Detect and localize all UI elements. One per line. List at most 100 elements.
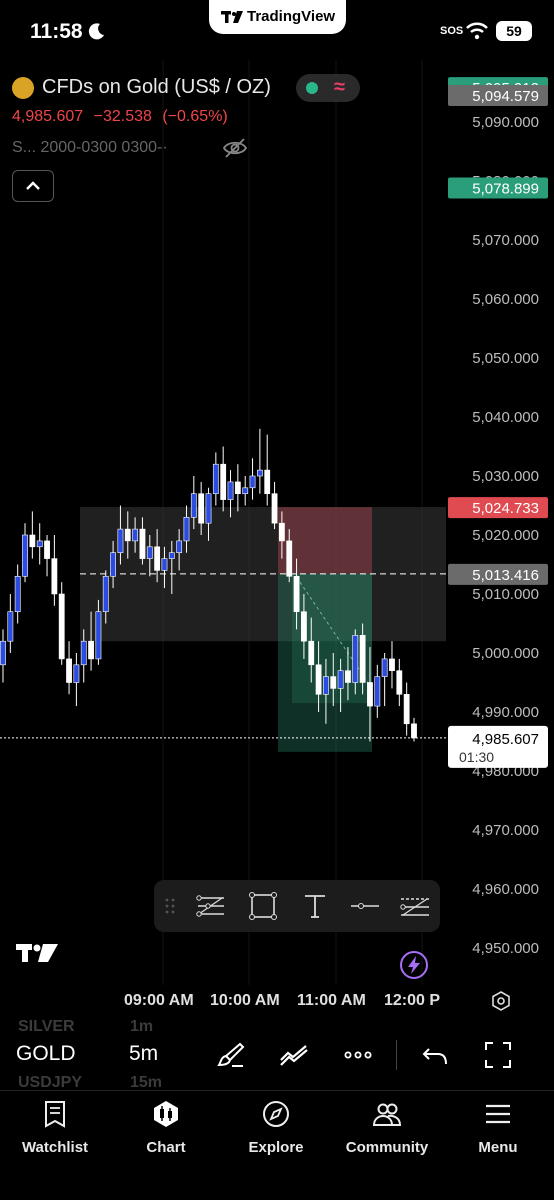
candle-body xyxy=(337,670,344,689)
eye-off-icon[interactable] xyxy=(222,136,248,160)
price-axis-tick: 5,020.000 xyxy=(472,527,539,544)
time-axis-label: 09:00 AM xyxy=(124,992,194,1009)
candle-body xyxy=(80,640,87,666)
session-indicator[interactable]: S... 2000-0300 0300-· xyxy=(12,139,168,157)
price-change: −32.538 xyxy=(93,108,152,125)
tab-chart[interactable]: Chart xyxy=(111,1097,221,1161)
candle-body xyxy=(146,546,153,559)
price-tag-label: 5,094.579 xyxy=(472,88,539,105)
price-change-pct: (−0.65%) xyxy=(162,108,228,125)
candle-body xyxy=(58,593,65,660)
candle-body xyxy=(161,558,168,571)
candle-body xyxy=(102,575,109,612)
tradingview-pill[interactable]: TradingView xyxy=(209,0,346,34)
tab-label: Community xyxy=(345,1139,429,1156)
price-axis-tick: 4,990.000 xyxy=(472,704,539,721)
price-axis-tick: 5,070.000 xyxy=(472,232,539,249)
candle-body xyxy=(124,528,131,542)
brush-icon[interactable] xyxy=(216,1040,246,1070)
candle-body xyxy=(14,575,21,612)
candle-body xyxy=(132,528,139,542)
candle-body xyxy=(330,676,337,689)
fullscreen-icon[interactable] xyxy=(483,1040,513,1070)
symbol-selector[interactable]: GOLD xyxy=(16,1042,76,1066)
candle-body xyxy=(51,558,58,595)
market-open-dot-icon xyxy=(306,82,318,94)
candle-body xyxy=(249,475,256,489)
price-tag-label: 5,024.733 xyxy=(472,500,539,517)
lightning-icon xyxy=(408,956,420,974)
candle-body xyxy=(7,611,14,642)
tradingview-watermark-icon xyxy=(16,944,58,962)
candle-body xyxy=(396,670,403,695)
candle-body xyxy=(117,528,124,553)
candle-body xyxy=(315,664,322,695)
candle-body xyxy=(359,634,366,683)
time-axis-label: 10:00 AM xyxy=(210,992,280,1009)
position-tool-icon[interactable] xyxy=(398,890,432,922)
candle-body xyxy=(367,682,373,707)
candle-body xyxy=(22,534,28,577)
tradingview-logo-icon xyxy=(221,11,243,23)
price-axis-tick: 5,060.000 xyxy=(472,291,539,308)
compass-icon xyxy=(263,1101,289,1127)
candle-body xyxy=(403,693,410,725)
drag-handle-icon[interactable] xyxy=(164,896,176,916)
tab-label: Watchlist xyxy=(21,1139,89,1156)
price-axis-tick: 5,050.000 xyxy=(472,350,539,367)
moon-icon xyxy=(88,23,104,40)
candle-body xyxy=(36,540,43,548)
rectangle-tool-icon[interactable] xyxy=(246,890,280,922)
battery-indicator: 59 xyxy=(496,21,532,41)
tab-explore[interactable]: Explore xyxy=(221,1097,331,1161)
price-tag-label: 5,013.416 xyxy=(472,567,539,584)
symbol-bar: SILVER 1m GOLD 5m USDJPY 15m xyxy=(0,1018,554,1091)
candle-body xyxy=(323,676,329,695)
candle-body xyxy=(183,516,190,542)
wave-icon: ≈ xyxy=(334,76,345,98)
price-axis-tick: 5,090.000 xyxy=(472,114,539,131)
price-axis-tick: 5,040.000 xyxy=(472,409,539,426)
candle-body xyxy=(88,640,94,660)
horizontal-line-tool-icon[interactable] xyxy=(348,890,382,922)
price-axis-tick: 5,010.000 xyxy=(472,586,539,603)
text-tool-icon[interactable] xyxy=(298,890,332,922)
candle-body xyxy=(264,469,271,495)
undo-icon[interactable] xyxy=(420,1040,450,1070)
tab-label: Chart xyxy=(146,1139,186,1156)
candle-body xyxy=(411,723,417,739)
candle-body xyxy=(301,611,307,642)
price-axis-tick: 5,030.000 xyxy=(472,468,539,485)
candle-body xyxy=(227,481,234,500)
candle-body xyxy=(220,463,227,500)
symbol-title: CFDs on Gold (US$ / OZ) xyxy=(42,76,271,98)
ghost-symbol: SILVER xyxy=(18,1018,75,1035)
candle-body xyxy=(139,528,146,559)
candle-body xyxy=(308,640,315,666)
candle-body xyxy=(44,540,50,559)
time-axis[interactable]: 09:00 AM 10:00 AM 11:00 AM 12:00 P xyxy=(0,990,554,1014)
candle-body xyxy=(374,676,381,707)
bottom-tab-bar: Watchlist Chart Explore Community Menu xyxy=(0,1090,554,1200)
candle-body xyxy=(286,540,293,577)
tab-menu[interactable]: Menu xyxy=(443,1097,553,1161)
price-tag-label: 5,078.899 xyxy=(472,180,539,197)
gold-symbol-icon xyxy=(12,77,34,99)
more-icon[interactable] xyxy=(343,1040,373,1070)
price-chart[interactable]: 5,090.0005,080.0005,070.0005,060.0005,05… xyxy=(0,60,554,1020)
interval-selector[interactable]: 5m xyxy=(129,1042,158,1066)
collapse-legend-button[interactable] xyxy=(12,170,54,202)
last-price: 4,985.607 xyxy=(12,108,84,125)
fib-retracement-tool-icon[interactable] xyxy=(194,890,228,922)
candle-body xyxy=(198,493,205,524)
price-axis-tick: 4,970.000 xyxy=(472,822,539,839)
quick-action-button[interactable] xyxy=(400,951,428,979)
price-axis-tick: 5,000.000 xyxy=(472,645,539,662)
chart-settings-icon[interactable] xyxy=(490,990,512,1012)
tab-community[interactable]: Community xyxy=(332,1097,442,1161)
market-status-badge[interactable]: ≈ xyxy=(296,74,360,102)
candle-body xyxy=(190,493,197,518)
ghost-interval: 1m xyxy=(130,1018,154,1035)
indicators-icon[interactable] xyxy=(279,1040,309,1070)
tab-watchlist[interactable]: Watchlist xyxy=(0,1097,110,1161)
